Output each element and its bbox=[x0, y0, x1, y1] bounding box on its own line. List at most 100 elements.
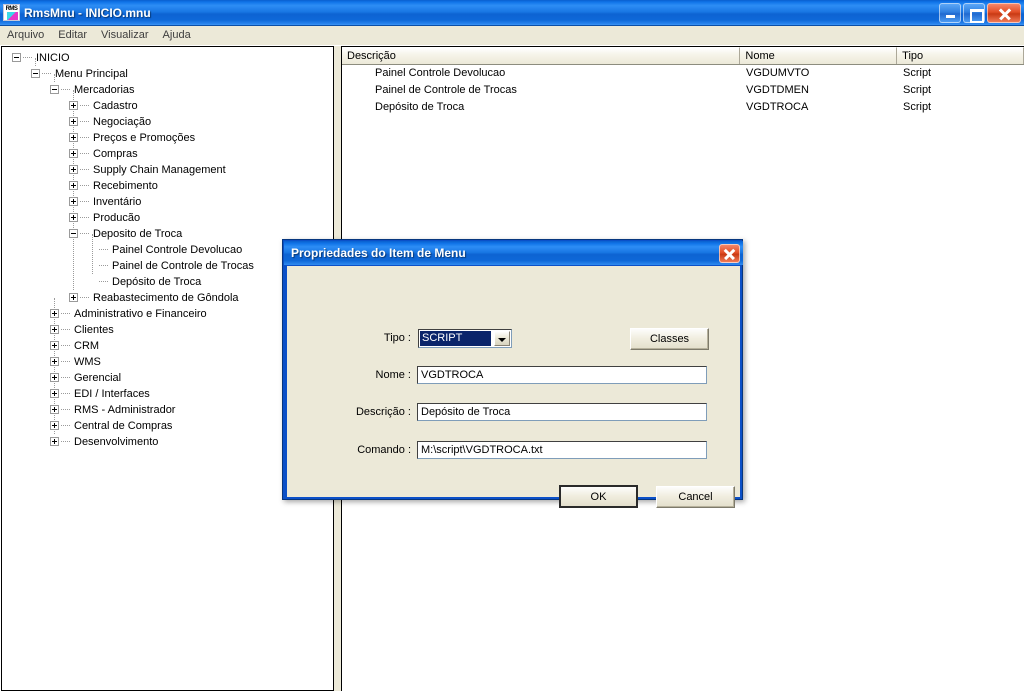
menu-item-arquivo[interactable]: Arquivo bbox=[0, 27, 51, 43]
tree-node[interactable]: Cadastro bbox=[2, 98, 332, 114]
restore-icon[interactable] bbox=[963, 2, 985, 23]
tree-node-label: Central de Compras bbox=[74, 420, 173, 432]
collapse-icon[interactable] bbox=[50, 85, 59, 94]
table-cell-descricao: Painel Controle Devolucao bbox=[375, 67, 506, 79]
tree-node[interactable]: INICIO bbox=[2, 50, 332, 66]
minimize-icon[interactable] bbox=[939, 2, 961, 23]
table-cell-nome: VGDTDMEN bbox=[746, 84, 809, 96]
tree-node-label: Negociação bbox=[93, 116, 152, 128]
listview-column-header[interactable]: Descrição bbox=[342, 47, 741, 64]
expand-icon[interactable] bbox=[50, 357, 59, 366]
tree-connector bbox=[61, 393, 70, 394]
table-row[interactable]: Painel de Controle de Trocas VGDTDMEN Scri… bbox=[342, 82, 1024, 99]
tipo-combobox-value: SCRIPT bbox=[420, 331, 491, 346]
tree-node-label: Deposito de Troca bbox=[93, 228, 183, 240]
tree-node-label: Producão bbox=[93, 212, 141, 224]
descricao-label: Descrição : bbox=[355, 406, 411, 418]
expand-icon[interactable] bbox=[69, 101, 78, 110]
tree-connector bbox=[61, 409, 70, 410]
menu-item-ajuda[interactable]: Ajuda bbox=[156, 27, 198, 43]
expand-icon[interactable] bbox=[69, 293, 78, 302]
close-icon[interactable] bbox=[719, 243, 740, 263]
classes-button[interactable]: Classes bbox=[630, 328, 709, 350]
tree-connector bbox=[61, 377, 70, 378]
tree-connector bbox=[61, 361, 70, 362]
expand-icon[interactable] bbox=[50, 405, 59, 414]
tree-connector bbox=[80, 297, 89, 298]
chevron-down-icon[interactable] bbox=[494, 331, 510, 346]
close-icon[interactable] bbox=[987, 2, 1021, 23]
tree-node[interactable]: Compras bbox=[2, 146, 332, 162]
tree-node[interactable]: Preços e Promoções bbox=[2, 130, 332, 146]
tree-node-label: Depósito de Troca bbox=[112, 276, 202, 288]
dialog-titlebar[interactable]: Propriedades do Item de Menu bbox=[284, 241, 743, 265]
tree-connector bbox=[80, 201, 89, 202]
tree-connector bbox=[80, 105, 89, 106]
expand-icon[interactable] bbox=[50, 341, 59, 350]
tree-connector bbox=[61, 441, 70, 442]
expand-icon[interactable] bbox=[50, 309, 59, 318]
tree-connector bbox=[99, 249, 108, 250]
expand-icon[interactable] bbox=[50, 373, 59, 382]
expand-icon[interactable] bbox=[69, 165, 78, 174]
tree-node-label: Supply Chain Management bbox=[93, 164, 226, 176]
expand-icon[interactable] bbox=[50, 437, 59, 446]
tree-node-label: Recebimento bbox=[93, 180, 158, 192]
expand-icon[interactable] bbox=[69, 133, 78, 142]
listview-column-header[interactable]: Tipo bbox=[897, 47, 1024, 64]
tree-connector bbox=[99, 281, 108, 282]
listview-column-header[interactable]: Nome bbox=[740, 47, 898, 64]
expand-icon[interactable] bbox=[69, 149, 78, 158]
tree-node[interactable]: Supply Chain Management bbox=[2, 162, 332, 178]
ok-button[interactable]: OK bbox=[559, 485, 638, 508]
tree-node-label: Clientes bbox=[74, 324, 114, 336]
tree-node-label: Gerencial bbox=[74, 372, 122, 384]
comando-input[interactable]: M:\script\VGDTROCA.txt bbox=[417, 441, 707, 459]
collapse-icon[interactable] bbox=[69, 229, 78, 238]
tipo-combobox[interactable]: SCRIPT bbox=[418, 329, 512, 348]
tree-node[interactable]: Inventário bbox=[2, 194, 332, 210]
listview-header: Descrição Nome Tipo bbox=[342, 47, 1024, 65]
tree-node[interactable]: Negociação bbox=[2, 114, 332, 130]
menu-item-visualizar[interactable]: Visualizar bbox=[94, 27, 156, 43]
tree-connector bbox=[80, 217, 89, 218]
tree-node[interactable]: Mercadorias bbox=[2, 82, 332, 98]
tree-connector bbox=[61, 425, 70, 426]
tree-connector bbox=[42, 73, 51, 74]
tree-node-label: Painel Controle Devolucao bbox=[112, 244, 243, 256]
expand-icon[interactable] bbox=[50, 389, 59, 398]
tree-connector bbox=[80, 121, 89, 122]
collapse-icon[interactable] bbox=[12, 53, 21, 62]
tree-node-label: EDI / Interfaces bbox=[74, 388, 150, 400]
rms-icon-text: RMS bbox=[5, 6, 18, 12]
expand-icon[interactable] bbox=[50, 421, 59, 430]
expand-icon[interactable] bbox=[69, 181, 78, 190]
table-row[interactable]: Painel Controle Devolucao VGDUMVTO Script bbox=[342, 65, 1024, 82]
window-titlebar[interactable]: RMS RmsMnu - INICIO.mnu bbox=[0, 0, 1024, 26]
expand-icon[interactable] bbox=[69, 197, 78, 206]
menubar: Arquivo Editar Visualizar Ajuda bbox=[0, 26, 1024, 45]
table-cell-descricao: Painel de Controle de Trocas bbox=[375, 84, 517, 96]
cancel-button[interactable]: Cancel bbox=[656, 486, 735, 508]
table-row[interactable]: Depósito de Troca VGDTROCA Script bbox=[342, 99, 1024, 116]
table-cell-descricao: Depósito de Troca bbox=[375, 101, 465, 113]
collapse-icon[interactable] bbox=[31, 69, 40, 78]
window-controls bbox=[939, 2, 1021, 23]
expand-icon[interactable] bbox=[50, 325, 59, 334]
tree-node-label: Painel de Controle de Trocas bbox=[112, 260, 254, 272]
listview-body: Painel Controle Devolucao VGDUMVTO Script P… bbox=[342, 65, 1024, 116]
tree-connector bbox=[80, 169, 89, 170]
tree-node[interactable]: Recebimento bbox=[2, 178, 332, 194]
tree-node[interactable]: Menu Principal bbox=[2, 66, 332, 82]
expand-icon[interactable] bbox=[69, 213, 78, 222]
table-cell-tipo: Script bbox=[903, 101, 932, 113]
nome-input[interactable]: VGDTROCA bbox=[417, 366, 707, 384]
descricao-input[interactable]: Depósito de Troca bbox=[417, 403, 707, 421]
tree-connector bbox=[61, 89, 70, 90]
tree-node[interactable]: Producão bbox=[2, 210, 332, 226]
menu-item-editar[interactable]: Editar bbox=[51, 27, 94, 43]
tree-node-label: CRM bbox=[74, 340, 100, 352]
menu-item-properties-dialog[interactable]: Propriedades do Item de Menu Tipo : SCRI… bbox=[282, 239, 743, 508]
rms-app-icon[interactable]: RMS bbox=[3, 4, 20, 21]
expand-icon[interactable] bbox=[69, 117, 78, 126]
